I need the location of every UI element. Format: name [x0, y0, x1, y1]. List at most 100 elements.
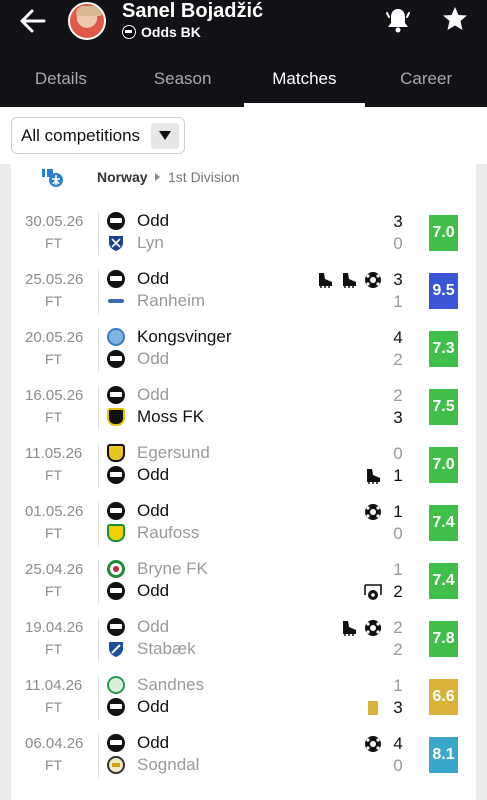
home-team-name: Odd — [137, 501, 170, 520]
match-date: 25.05.26 — [25, 271, 84, 288]
match-row[interactable]: 19.04.26 FT Odd Stabæk 2 2 7.8 — [11, 615, 476, 673]
assist-boot-icon — [343, 273, 356, 288]
tab-details[interactable]: Details — [0, 58, 122, 107]
away-team-name: Raufoss — [137, 523, 200, 542]
odd-logo-icon — [107, 212, 125, 230]
home-team: Kongsvinger — [107, 327, 232, 347]
club-row[interactable]: Odds BK — [122, 24, 201, 40]
away-team-name: Odd — [137, 697, 170, 716]
match-status: FT — [45, 293, 63, 309]
away-team-name: Stabæk — [137, 639, 196, 658]
match-row[interactable]: 25.05.26 FT Odd Ranheim 3 1 9.5 — [11, 267, 476, 325]
tab-bar: Details Season Matches Career — [0, 58, 487, 107]
divider — [98, 734, 99, 778]
away-score: 0 — [393, 756, 403, 775]
favorite-star-icon[interactable] — [441, 5, 469, 33]
odd-logo-icon — [107, 350, 125, 368]
away-team-name: Sogndal — [137, 755, 200, 774]
tab-matches[interactable]: Matches — [243, 58, 366, 107]
match-row[interactable]: 20.05.26 FT Kongsvinger Odd 4 2 7.3 — [11, 325, 476, 383]
match-status: FT — [45, 641, 63, 657]
back-arrow-icon[interactable] — [16, 4, 50, 38]
home-score: 4 — [393, 734, 403, 753]
odd-logo-icon — [107, 698, 125, 716]
player-events — [364, 502, 382, 522]
home-team-name: Sandnes — [137, 675, 205, 694]
home-team-name: Odd — [137, 211, 170, 230]
home-team-name: Kongsvinger — [137, 327, 232, 346]
away-team: Sogndal — [107, 755, 199, 775]
home-score: 2 — [393, 386, 403, 405]
player-events — [316, 270, 382, 290]
away-team-name: Ranheim — [137, 291, 206, 310]
away-score: 1 — [393, 466, 403, 485]
player-name: Sanel Bojadžić — [122, 0, 264, 22]
divider — [98, 444, 99, 488]
matches-list: Norway 1st Division 30.05.26 FT Odd Lyn … — [11, 164, 476, 800]
match-status: FT — [45, 757, 63, 773]
away-team: Ranheim — [107, 291, 205, 311]
home-score: 4 — [393, 328, 403, 347]
odd-logo-icon — [107, 466, 125, 484]
goal-ball-icon — [365, 736, 381, 752]
odd-logo-icon — [107, 582, 125, 600]
player-rating-badge: 7.4 — [429, 563, 458, 599]
home-score: 3 — [393, 270, 403, 289]
divider — [98, 560, 99, 604]
match-status: FT — [45, 351, 63, 367]
away-team: Moss FK — [107, 407, 204, 427]
player-events — [364, 734, 382, 754]
match-row[interactable]: 11.05.26 FT Egersund Odd 0 1 7.0 — [11, 441, 476, 499]
player-events — [364, 582, 382, 602]
player-rating-badge: 9.5 — [429, 273, 458, 309]
odd-logo-icon — [107, 270, 125, 288]
match-row[interactable]: 06.04.26 FT Odd Sogndal 4 0 8.1 — [11, 731, 476, 789]
match-status: FT — [45, 583, 63, 599]
match-row[interactable]: 01.05.26 FT Odd Raufoss 1 0 7.4 — [11, 499, 476, 557]
home-team: Odd — [107, 501, 169, 521]
competition-select[interactable]: All competitions — [11, 117, 185, 154]
match-status: FT — [45, 235, 63, 251]
kongsvinger-logo-icon — [107, 328, 125, 346]
home-team-name: Odd — [137, 733, 170, 752]
tab-career[interactable]: Career — [365, 58, 487, 107]
match-date: 01.05.26 — [25, 503, 84, 520]
match-row[interactable]: 25.04.26 FT Bryne FK Odd 1 2 7.4 — [11, 557, 476, 615]
match-date: 19.04.26 — [25, 619, 84, 636]
divider — [98, 618, 99, 662]
match-row[interactable]: 16.05.26 FT Odd Moss FK 2 3 7.5 — [11, 383, 476, 441]
yellow-card-icon — [368, 701, 378, 715]
away-score: 2 — [393, 582, 403, 601]
ranheim-logo-icon — [107, 292, 125, 310]
away-team: Lyn — [107, 233, 164, 253]
away-team: Odd — [107, 581, 169, 601]
player-events — [364, 466, 382, 486]
away-score: 2 — [393, 350, 403, 369]
match-status: FT — [45, 699, 63, 715]
tab-season[interactable]: Season — [122, 58, 244, 107]
assist-boot-icon — [367, 469, 380, 484]
player-events — [340, 618, 382, 638]
competition-league: 1st Division — [168, 169, 240, 185]
home-team: Egersund — [107, 443, 210, 463]
match-date: 30.05.26 — [25, 213, 84, 230]
assist-boot-icon — [343, 621, 356, 636]
away-score: 3 — [393, 408, 403, 427]
raufoss-logo-icon — [107, 524, 125, 542]
match-row[interactable]: 30.05.26 FT Odd Lyn 3 0 7.0 — [11, 209, 476, 267]
home-team: Odd — [107, 269, 169, 289]
match-status: FT — [45, 525, 63, 541]
odd-logo-icon — [107, 618, 125, 636]
player-rating-badge: 7.5 — [429, 389, 458, 425]
match-row[interactable]: 11.04.26 FT Sandnes Odd 1 3 6.6 — [11, 673, 476, 731]
bell-notification-icon[interactable] — [383, 5, 413, 35]
home-team: Odd — [107, 211, 169, 231]
home-team: Bryne FK — [107, 559, 208, 579]
away-score: 1 — [393, 292, 403, 311]
odd-logo-icon — [107, 386, 125, 404]
competition-header[interactable]: Norway 1st Division — [11, 164, 476, 190]
home-score: 1 — [393, 560, 403, 579]
match-date: 25.04.26 — [25, 561, 84, 578]
assist-boot-icon — [319, 273, 332, 288]
dropdown-arrow-icon — [151, 122, 179, 149]
